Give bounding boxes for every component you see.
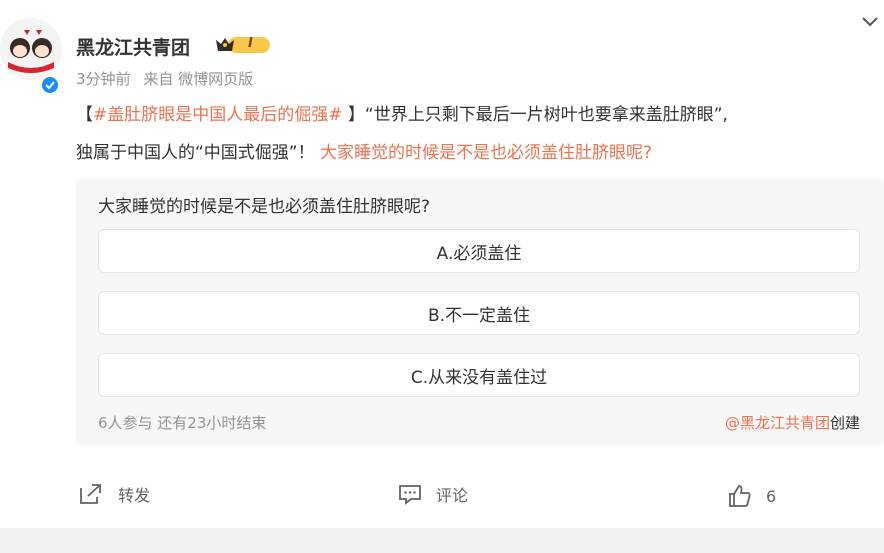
- post-menu-chevron[interactable]: [862, 12, 878, 31]
- comment-button[interactable]: 评论: [398, 482, 468, 506]
- poll-creator-suffix: 创建: [829, 414, 860, 432]
- poll-option-a[interactable]: A.必须盖住: [98, 229, 860, 273]
- repost-button[interactable]: 转发: [78, 482, 150, 506]
- poll-creator: @黑龙江共青团创建: [725, 412, 860, 433]
- repost-icon: [80, 484, 101, 504]
- poll-status: 6人参与 还有23小时结束: [98, 414, 267, 432]
- like-icon: [729, 485, 751, 507]
- like-button[interactable]: 6: [728, 484, 776, 508]
- post-line-2: 独属于中国人的“中国式倔强”！ 大家睡觉的时候是不是也必须盖住肚脐眼呢?: [76, 134, 876, 172]
- chevron-down-icon: [862, 17, 878, 27]
- feed-separator: [0, 528, 884, 553]
- like-count: 6: [766, 486, 777, 506]
- post-source: 来自 微博网页版: [143, 70, 254, 88]
- verified-badge: [40, 75, 60, 95]
- level-badge-label: I: [248, 36, 253, 51]
- poll-option-b[interactable]: B.不一定盖住: [98, 291, 860, 335]
- poll-creator-link[interactable]: @黑龙江共青团: [725, 414, 830, 432]
- action-bar: 转发 评论 6: [0, 482, 884, 512]
- comment-icon: [399, 485, 421, 505]
- level-badge[interactable]: I: [214, 34, 272, 60]
- bracket-open: 【: [76, 105, 93, 125]
- level-crown-icon: [216, 37, 270, 53]
- poll-card: 大家睡觉的时候是不是也必须盖住肚脐眼呢? A.必须盖住 B.不一定盖住 C.从来…: [76, 178, 884, 446]
- username[interactable]: 黑龙江共青团: [76, 33, 190, 60]
- post-line-1: 【#盖肚脐眼是中国人最后的倔强# 】“世界上只剩下最后一片树叶也要拿来盖肚脐眼”…: [76, 96, 876, 134]
- avatar-image: [0, 18, 62, 80]
- post-body: 【#盖肚脐眼是中国人最后的倔强# 】“世界上只剩下最后一片树叶也要拿来盖肚脐眼”…: [76, 96, 876, 172]
- poll-question: 大家睡觉的时候是不是也必须盖住肚脐眼呢?: [98, 197, 431, 217]
- verified-icon: [45, 81, 55, 90]
- poll-option-c[interactable]: C.从来没有盖住过: [98, 353, 860, 397]
- repost-label: 转发: [118, 486, 151, 505]
- line2-text: 独属于中国人的“中国式倔强”！: [76, 143, 321, 163]
- post-time[interactable]: 3分钟前: [76, 70, 131, 88]
- quote-text: “世界上只剩下最后一片树叶也要拿来盖肚脐眼”,: [364, 105, 728, 125]
- bracket-close: 】: [342, 105, 365, 125]
- comment-label: 评论: [436, 486, 469, 505]
- highlight-question: 大家睡觉的时候是不是也必须盖住肚脐眼呢?: [320, 143, 653, 163]
- hashtag-link[interactable]: #盖肚脐眼是中国人最后的倔强#: [93, 105, 343, 125]
- post-meta: 3分钟前 来自 微博网页版: [76, 68, 261, 89]
- avatar[interactable]: [0, 18, 62, 80]
